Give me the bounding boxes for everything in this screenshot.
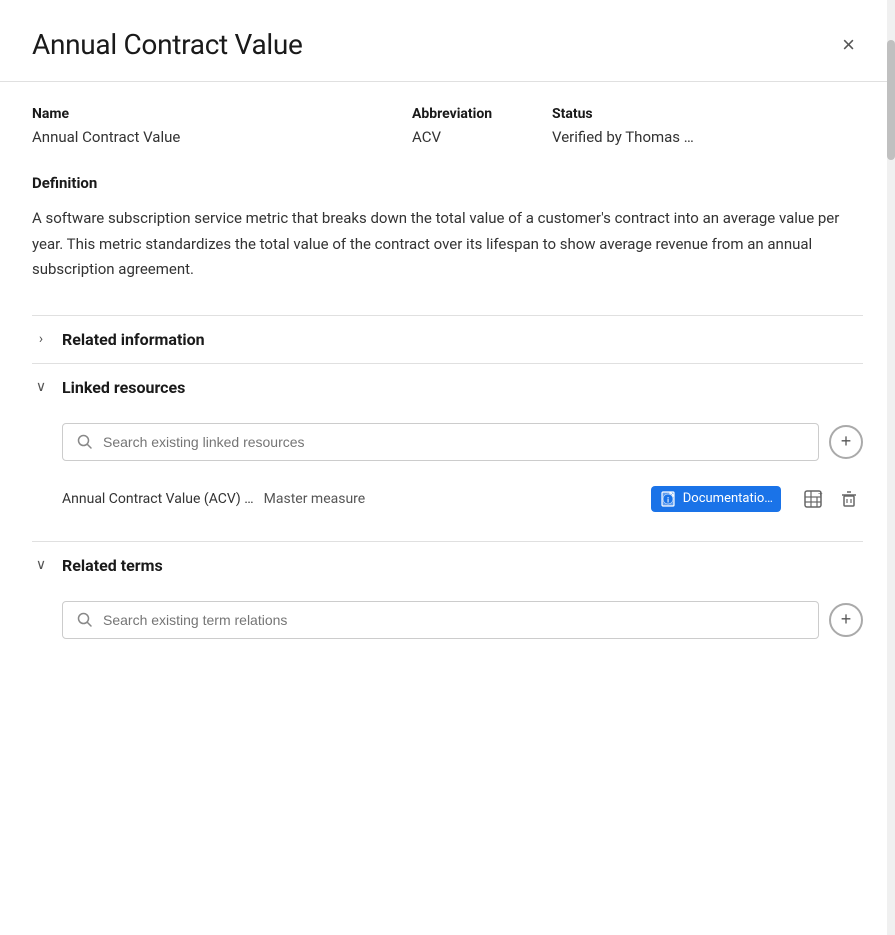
related-terms-search-row: + (62, 601, 863, 639)
scrollbar[interactable] (887, 0, 895, 935)
close-button[interactable]: × (834, 30, 863, 60)
related-terms-search-input[interactable] (103, 612, 804, 628)
header-divider (0, 81, 895, 82)
linked-resources-add-button[interactable]: + (829, 425, 863, 459)
resource-name: Annual Contract Value (ACV) … (62, 491, 254, 507)
resource-add-table-button[interactable]: + (799, 485, 827, 513)
related-information-chevron-icon: › (32, 331, 50, 347)
resource-badge[interactable]: i Documentatio… (651, 486, 781, 512)
abbr-field-group: Abbreviation ACV (412, 106, 552, 146)
resource-badge-document-icon: i (659, 490, 677, 508)
linked-resources-chevron-icon: ∨ (32, 379, 50, 395)
related-terms-search-wrapper[interactable] (62, 601, 819, 639)
scrollbar-thumb[interactable] (887, 40, 895, 160)
related-terms-content: + (32, 589, 863, 667)
linked-resources-search-row: + (62, 423, 863, 461)
related-information-section-row[interactable]: › Related information (32, 315, 863, 363)
related-terms-section: ∨ Related terms + (32, 541, 863, 667)
linked-resources-content: + Annual Contract Value (ACV) … Master m… (32, 411, 863, 541)
definition-section: Definition A software subscription servi… (32, 174, 863, 283)
status-value: Verified by Thomas … (552, 128, 863, 146)
resource-badge-text: Documentatio… (683, 491, 773, 506)
linked-resources-section-row[interactable]: ∨ Linked resources (32, 363, 863, 411)
fields-row: Name Annual Contract Value Abbreviation … (32, 106, 863, 146)
related-terms-section-row[interactable]: ∨ Related terms (32, 541, 863, 589)
definition-text: A software subscription service metric t… (32, 206, 863, 283)
panel-title: Annual Contract Value (32, 28, 303, 61)
linked-resources-search-wrapper[interactable] (62, 423, 819, 461)
related-terms-add-button[interactable]: + (829, 603, 863, 637)
related-terms-label: Related terms (62, 556, 163, 575)
panel-body: Name Annual Contract Value Abbreviation … (0, 106, 895, 667)
related-terms-chevron-icon: ∨ (32, 557, 50, 573)
status-field-group: Status Verified by Thomas … (552, 106, 863, 146)
status-label: Status (552, 106, 863, 122)
abbr-label: Abbreviation (412, 106, 552, 122)
definition-label: Definition (32, 174, 863, 192)
related-terms-search-icon (77, 612, 93, 628)
related-information-label: Related information (62, 330, 205, 349)
linked-resources-search-icon (77, 434, 93, 450)
resource-delete-button[interactable] (835, 485, 863, 513)
name-field-group: Name Annual Contract Value (32, 106, 412, 146)
abbr-value: ACV (412, 128, 552, 146)
linked-resource-item: Annual Contract Value (ACV) … Master mea… (62, 473, 863, 525)
name-label: Name (32, 106, 412, 122)
panel: Annual Contract Value × Name Annual Cont… (0, 0, 895, 935)
name-value: Annual Contract Value (32, 128, 412, 146)
resource-actions: + (799, 485, 863, 513)
linked-resources-search-input[interactable] (103, 434, 804, 450)
svg-text:+: + (818, 489, 823, 498)
linked-resources-section: ∨ Linked resources + (32, 363, 863, 541)
resource-type: Master measure (264, 491, 366, 507)
panel-header: Annual Contract Value × (0, 0, 895, 81)
svg-text:i: i (667, 496, 669, 504)
linked-resources-label: Linked resources (62, 378, 185, 397)
